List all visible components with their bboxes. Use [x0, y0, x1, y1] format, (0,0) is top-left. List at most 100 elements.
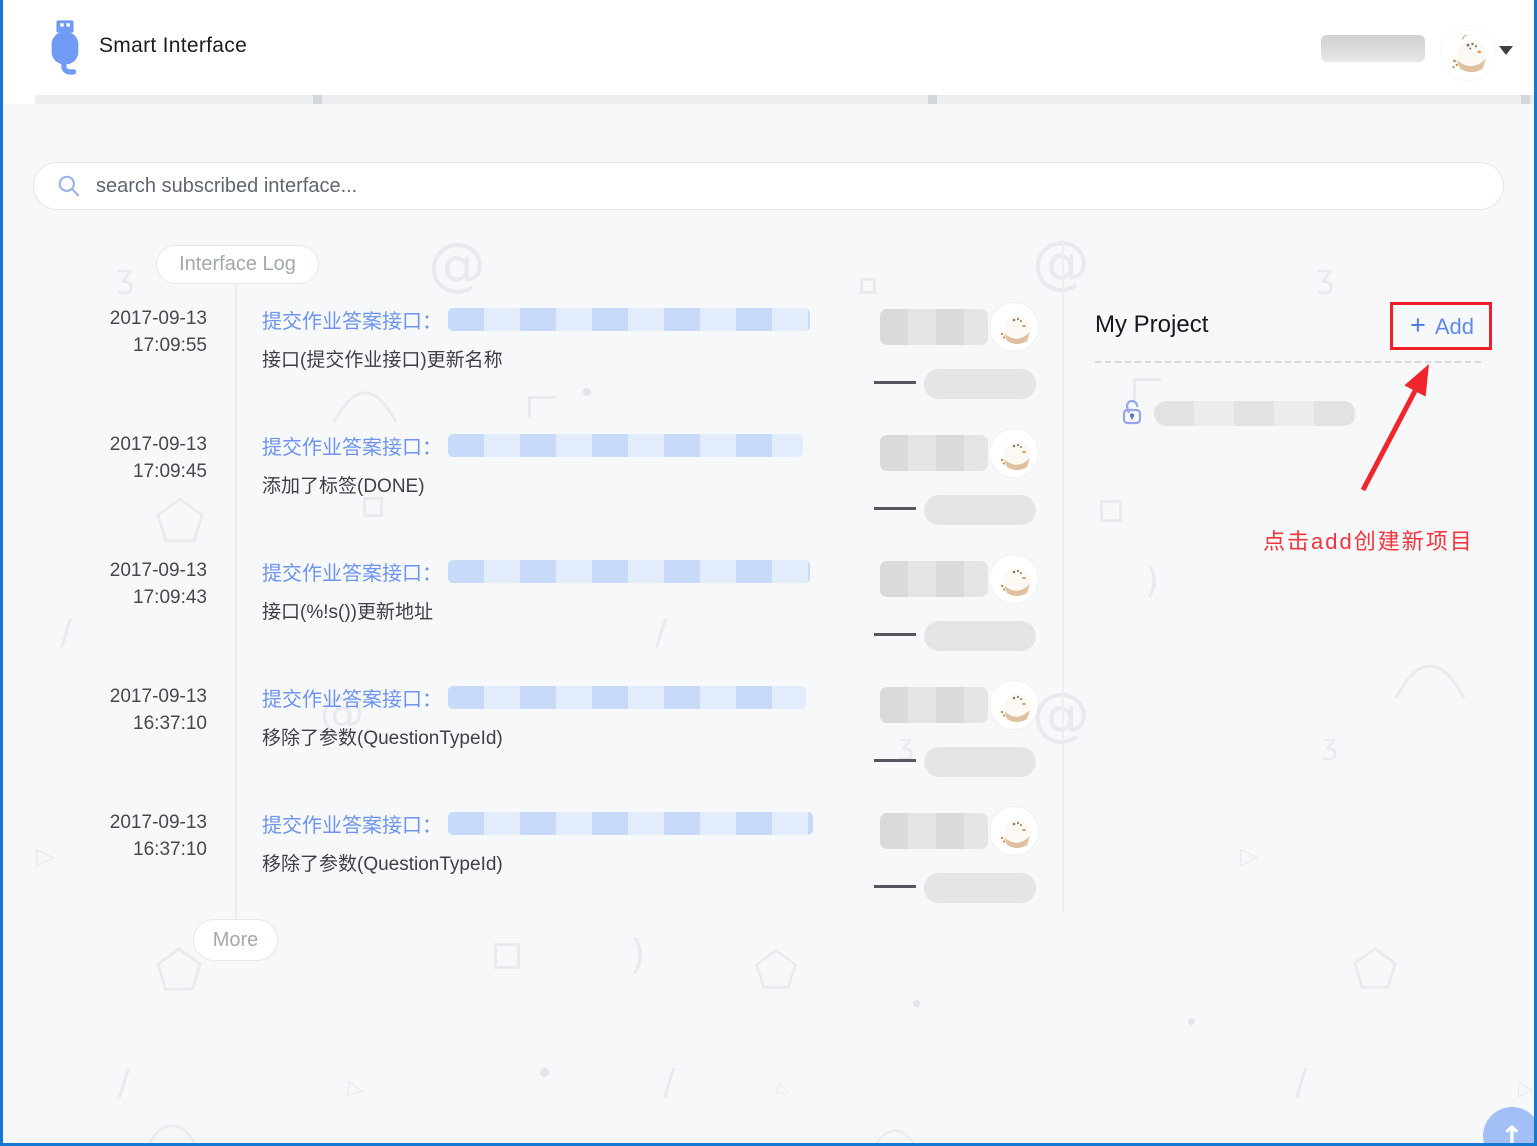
project-dash — [874, 507, 916, 510]
entry-timestamp: 2017-09-1317:09:43 — [37, 557, 207, 611]
project-dash — [874, 381, 916, 384]
redacted-user-name — [880, 813, 988, 849]
decor-slash: / — [1295, 1062, 1307, 1103]
decor-pentagon — [155, 946, 203, 992]
decor-triangle: ▷ — [773, 1078, 793, 1102]
decor-pentagon — [754, 948, 798, 990]
project-item[interactable] — [1118, 394, 1378, 430]
chevron-down-icon — [1499, 46, 1513, 55]
add-project-button[interactable]: + Add — [1398, 310, 1486, 344]
panel-separator — [1062, 240, 1064, 913]
decor-zigzag: ʒ — [116, 258, 134, 296]
search-bar — [33, 162, 1504, 210]
log-entry: 2017-09-1317:09:43 提交作业答案接口： 接口(%!s())更新… — [0, 555, 1060, 681]
redacted-project-name — [1154, 401, 1356, 426]
lock-icon — [1120, 396, 1144, 428]
redacted-user-name — [880, 687, 988, 723]
entry-timestamp: 2017-09-1317:09:55 — [37, 305, 207, 359]
decor-paren: ) — [1145, 560, 1159, 601]
decor-spiral: @ — [428, 230, 486, 298]
interface-link[interactable]: 提交作业答案接口： — [262, 809, 813, 838]
project-dash — [874, 885, 916, 888]
page: ʒ ʒ ʒ ʒ @ @ @ @ / / / / / ▷ ▷ ▷ ▷ ▷ ) ) — [0, 0, 1537, 1146]
annotation-arrow — [1345, 358, 1445, 498]
redacted-interface-path — [448, 812, 813, 835]
interface-link[interactable]: 提交作业答案接口： — [262, 683, 806, 712]
log-entry: 2017-09-1316:37:10 提交作业答案接口： 移除了参数(Quest… — [0, 681, 1060, 807]
my-project-title: My Project — [1095, 311, 1208, 339]
decor-dot — [540, 1068, 549, 1077]
strip-tick — [928, 95, 937, 104]
log-description: 添加了标签(DONE) — [262, 471, 425, 498]
user-avatar-icon[interactable] — [990, 807, 1038, 855]
redacted-interface-path — [448, 434, 803, 457]
log-description: 接口(%!s())更新地址 — [262, 597, 433, 624]
decor-dot — [913, 1000, 920, 1007]
redacted-interface-path — [448, 308, 810, 331]
user-avatar-icon[interactable] — [990, 681, 1038, 729]
strip-tick — [313, 95, 322, 104]
redacted-project-name — [924, 495, 1036, 525]
log-entry: 2017-09-1317:09:45 提交作业答案接口： 添加了标签(DONE) — [0, 429, 1060, 555]
usb-logo-icon — [44, 18, 86, 80]
entry-timestamp: 2017-09-1316:37:10 — [37, 683, 207, 737]
decor-square — [1100, 500, 1122, 522]
redacted-interface-path — [448, 686, 806, 709]
redacted-user-name — [880, 561, 988, 597]
search-input[interactable] — [96, 175, 1396, 198]
log-description: 移除了参数(QuestionTypeId) — [262, 723, 503, 750]
interface-log-badge: Interface Log — [156, 245, 319, 284]
app-title: Smart Interface — [99, 34, 247, 58]
user-avatar-icon[interactable] — [990, 303, 1038, 351]
redacted-project-name — [924, 621, 1036, 651]
decor-dot — [1188, 1018, 1195, 1025]
more-button[interactable]: More — [193, 919, 278, 961]
decor-square — [494, 943, 520, 969]
page-border-left — [0, 0, 3, 1146]
user-avatar-icon — [1441, 26, 1495, 80]
decor-zigzag: ʒ — [1316, 258, 1334, 296]
redacted-user-name — [880, 309, 988, 345]
decor-arc — [134, 1114, 210, 1146]
decor-spiral: @ — [1032, 228, 1090, 296]
redacted-interface-path — [448, 560, 810, 583]
decor-triangle: ▷ — [1518, 1076, 1533, 1100]
log-entry: 2017-09-1317:09:55 提交作业答案接口： 接口(提交作业接口)更… — [0, 303, 1060, 429]
app-header: Smart Interface — [3, 0, 1534, 104]
interface-link[interactable]: 提交作业答案接口： — [262, 557, 810, 586]
scroll-to-top-button[interactable]: ↑ — [1483, 1107, 1537, 1146]
decor-triangle: ▷ — [346, 1075, 366, 1102]
log-description: 接口(提交作业接口)更新名称 — [262, 345, 503, 372]
project-dash — [874, 759, 916, 762]
plus-icon: + — [1410, 312, 1426, 339]
decor-slash: / — [663, 1062, 675, 1103]
interface-log-label: Interface Log — [179, 253, 296, 276]
add-label: Add — [1435, 314, 1474, 340]
user-avatar-icon[interactable] — [990, 555, 1038, 603]
entry-timestamp: 2017-09-1316:37:10 — [37, 809, 207, 863]
decor-pentagon — [1352, 946, 1398, 990]
annotation-text: 点击add创建新项目 — [1263, 524, 1474, 556]
strip-tick — [1521, 95, 1530, 104]
decor-square — [860, 278, 876, 294]
redacted-user-name — [880, 435, 988, 471]
redacted-project-name — [924, 747, 1036, 777]
user-avatar-icon[interactable] — [990, 429, 1038, 477]
decor-slash: / — [118, 1062, 130, 1103]
decor-triangle: ▷ — [1240, 842, 1258, 870]
user-name-redacted — [1321, 35, 1425, 62]
project-dash — [874, 633, 916, 636]
log-entry: 2017-09-1316:37:10 提交作业答案接口： 移除了参数(Quest… — [0, 807, 1060, 933]
divider-strip — [35, 95, 1534, 104]
user-menu[interactable] — [1313, 20, 1518, 84]
redacted-project-name — [924, 369, 1036, 399]
log-description: 移除了参数(QuestionTypeId) — [262, 849, 503, 876]
decor-arc — [1392, 652, 1468, 700]
interface-link[interactable]: 提交作业答案接口： — [262, 305, 810, 334]
entry-timestamp: 2017-09-1317:09:45 — [37, 431, 207, 485]
interface-link[interactable]: 提交作业答案接口： — [262, 431, 803, 460]
search-icon — [56, 173, 82, 199]
redacted-project-name — [924, 873, 1036, 903]
more-label: More — [213, 929, 259, 952]
decor-paren: ) — [630, 932, 646, 978]
